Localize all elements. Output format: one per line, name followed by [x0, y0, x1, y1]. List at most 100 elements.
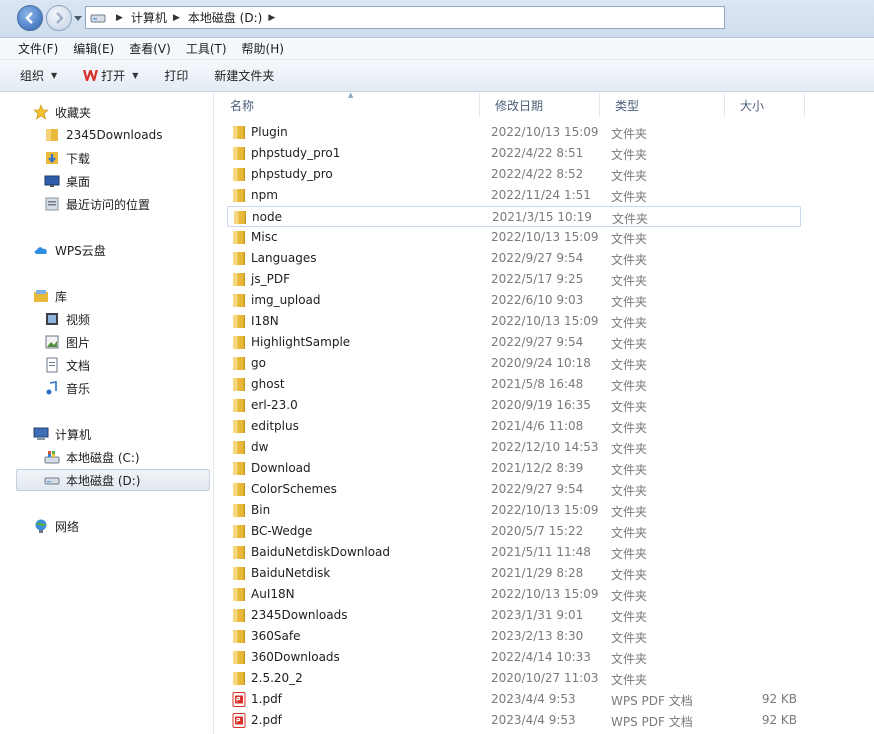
file-row[interactable]: dw 2022/12/10 14:53 文件夹: [227, 437, 801, 458]
new-folder-label: 新建文件夹: [214, 69, 275, 83]
file-row[interactable]: Download 2021/12/2 8:39 文件夹: [227, 458, 801, 479]
file-row[interactable]: 360Downloads 2022/4/14 10:33 文件夹: [227, 647, 801, 668]
breadcrumb-separator-icon[interactable]: ▶: [116, 13, 123, 23]
file-type: 文件夹: [611, 505, 648, 519]
file-row[interactable]: BaiduNetdiskDownload 2021/5/11 11:48 文件夹: [227, 542, 801, 563]
file-modified-date: 2022/9/27 9:54: [491, 482, 584, 496]
file-row[interactable]: npm 2022/11/24 1:51 文件夹: [227, 185, 801, 206]
file-row[interactable]: Plugin 2022/10/13 15:09 文件夹: [227, 122, 801, 143]
sidebar-library[interactable]: 库: [33, 285, 67, 307]
address-input[interactable]: ▶ 计算机 ▶ 本地磁盘 (D:) ▶: [85, 6, 725, 29]
sidebar-network[interactable]: 网络: [33, 515, 79, 537]
breadcrumb-computer[interactable]: 计算机: [131, 9, 167, 26]
file-row[interactable]: Misc 2022/10/13 15:09 文件夹: [227, 227, 801, 248]
new-folder-button[interactable]: 新建文件夹: [214, 67, 274, 84]
menu-tools[interactable]: 工具(T): [186, 40, 227, 57]
file-modified-date: 2021/12/2 8:39: [491, 461, 584, 475]
file-name: 360Downloads: [251, 650, 340, 664]
file-row[interactable]: 2.pdf 2023/4/4 9:53 WPS PDF 文档 92 KB: [227, 710, 801, 731]
menu-file[interactable]: 文件(F): [18, 40, 58, 57]
sidebar-computer[interactable]: 计算机: [33, 423, 91, 445]
file-row[interactable]: ColorSchemes 2022/9/27 9:54 文件夹: [227, 479, 801, 500]
file-row[interactable]: BC-Wedge 2020/5/7 15:22 文件夹: [227, 521, 801, 542]
document-icon: [46, 357, 58, 373]
forward-button[interactable]: [46, 5, 72, 31]
sidebar-item-pictures[interactable]: 图片: [44, 331, 90, 353]
file-modified-date: 2022/10/13 15:09: [491, 314, 599, 328]
file-name: dw: [251, 440, 269, 454]
file-type: 文件夹: [611, 358, 648, 372]
file-row[interactable]: Bin 2022/10/13 15:09 文件夹: [227, 500, 801, 521]
pdf-file-icon: [232, 713, 246, 728]
file-row[interactable]: img_upload 2022/6/10 9:03 文件夹: [227, 290, 801, 311]
file-name: Misc: [251, 230, 278, 244]
file-type: 文件夹: [611, 379, 648, 393]
breadcrumb-separator-icon[interactable]: ▶: [173, 13, 180, 23]
breadcrumb-separator-icon[interactable]: ▶: [268, 13, 275, 23]
picture-icon: [45, 335, 59, 349]
column-headers: 名称 ▲ 修改日期 类型 大小: [215, 91, 874, 117]
sidebar-item-recent-places[interactable]: 最近访问的位置: [44, 193, 150, 215]
sidebar-item-drive-c[interactable]: 本地磁盘 (C:): [44, 446, 140, 468]
file-type: 文件夹: [611, 526, 648, 540]
file-name: Bin: [251, 503, 271, 517]
organize-button[interactable]: 组织 ▼: [20, 67, 57, 84]
file-row[interactable]: js_PDF 2022/5/17 9:25 文件夹: [227, 269, 801, 290]
file-row[interactable]: I18N 2022/10/13 15:09 文件夹: [227, 311, 801, 332]
sort-indicator-icon: ▲: [348, 91, 354, 99]
breadcrumb-drive-d[interactable]: 本地磁盘 (D:): [188, 9, 262, 26]
file-type: 文件夹: [611, 589, 648, 603]
sidebar-favorites[interactable]: 收藏夹: [33, 101, 91, 123]
sidebar-item-desktop[interactable]: 桌面: [44, 170, 90, 192]
sidebar-item-2345downloads[interactable]: 2345Downloads: [44, 124, 162, 146]
sidebar-item-drive-d[interactable]: 本地磁盘 (D:): [44, 469, 140, 491]
file-type: 文件夹: [611, 295, 648, 309]
sidebar-item-videos[interactable]: 视频: [44, 308, 90, 330]
sidebar-wps-cloud[interactable]: WPS云盘: [33, 239, 106, 261]
file-row[interactable]: 2345Downloads 2023/1/31 9:01 文件夹: [227, 605, 801, 626]
sidebar-item-downloads[interactable]: 下载: [44, 147, 90, 169]
file-modified-date: 2022/12/10 14:53: [491, 440, 599, 454]
file-row[interactable]: node 2021/3/15 10:19 文件夹: [227, 206, 801, 227]
column-header-type[interactable]: 类型: [600, 93, 725, 117]
file-row[interactable]: ghost 2021/5/8 16:48 文件夹: [227, 374, 801, 395]
folder-icon: [233, 483, 245, 496]
file-row[interactable]: 2.5.20_2 2020/10/27 11:03 文件夹: [227, 668, 801, 689]
file-row[interactable]: HighlightSample 2022/9/27 9:54 文件夹: [227, 332, 801, 353]
file-row[interactable]: phpstudy_pro 2022/4/22 8:52 文件夹: [227, 164, 801, 185]
file-modified-date: 2022/10/13 15:09: [491, 230, 599, 244]
column-header-size[interactable]: 大小: [725, 93, 805, 117]
file-row[interactable]: BaiduNetdisk 2021/1/29 8:28 文件夹: [227, 563, 801, 584]
file-row[interactable]: phpstudy_pro1 2022/4/22 8:51 文件夹: [227, 143, 801, 164]
file-row[interactable]: editplus 2021/4/6 11:08 文件夹: [227, 416, 801, 437]
menu-help[interactable]: 帮助(H): [242, 40, 284, 57]
print-button[interactable]: 打印: [164, 67, 188, 84]
file-row[interactable]: 1.pdf 2023/4/4 9:53 WPS PDF 文档 92 KB: [227, 689, 801, 710]
sidebar-item-documents[interactable]: 文档: [44, 354, 90, 376]
menu-view[interactable]: 查看(V): [129, 40, 171, 57]
file-modified-date: 2022/10/13 15:09: [491, 503, 599, 517]
open-button[interactable]: 打开 ▼: [83, 67, 138, 84]
file-row[interactable]: erl-23.0 2020/9/19 16:35 文件夹: [227, 395, 801, 416]
history-dropdown-icon[interactable]: [74, 16, 82, 22]
file-list-pane[interactable]: 名称 ▲ 修改日期 类型 大小 Plugin 2022/10/13 15:09 文件…: [215, 91, 874, 734]
file-modified-date: 2022/10/13 15:09: [491, 587, 599, 601]
file-name: Plugin: [251, 125, 288, 139]
folder-icon: [46, 129, 58, 141]
file-row[interactable]: AuI18N 2022/10/13 15:09 文件夹: [227, 584, 801, 605]
sidebar-item-music[interactable]: 音乐: [44, 377, 90, 399]
file-row[interactable]: Languages 2022/9/27 9:54 文件夹: [227, 248, 801, 269]
folder-icon: [233, 399, 245, 412]
menu-edit[interactable]: 编辑(E): [73, 40, 114, 57]
file-modified-date: 2020/9/24 10:18: [491, 356, 591, 370]
navigation-pane[interactable]: 收藏夹 2345Downloads 下载 桌面 最近访问的位置 WPS云盘 库 …: [0, 93, 214, 734]
column-header-name[interactable]: 名称 ▲: [215, 91, 480, 117]
file-modified-date: 2021/4/6 11:08: [491, 419, 584, 433]
file-row[interactable]: 360Safe 2023/2/13 8:30 文件夹: [227, 626, 801, 647]
file-row[interactable]: go 2020/9/24 10:18 文件夹: [227, 353, 801, 374]
column-header-modified[interactable]: 修改日期: [480, 93, 600, 117]
file-size: 92 KB: [761, 713, 797, 727]
folder-icon: [233, 126, 245, 139]
back-button[interactable]: [17, 5, 43, 31]
arrow-right-icon: [56, 12, 64, 24]
